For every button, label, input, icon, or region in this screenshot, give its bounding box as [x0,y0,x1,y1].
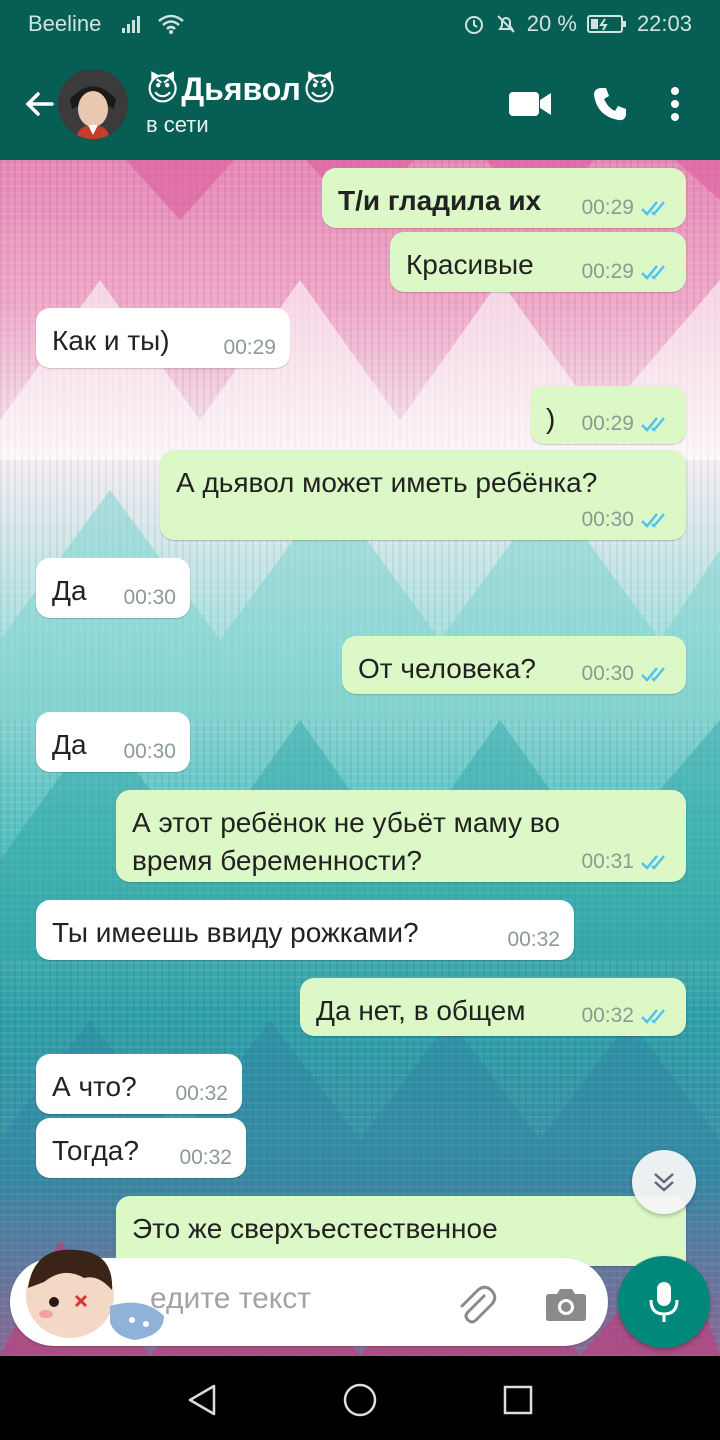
message-outgoing[interactable]: А этот ребёнок не убьёт маму во время бе… [116,790,686,882]
nav-recents-button[interactable] [494,1376,542,1424]
devil-emoji-left: 😈 [146,71,180,107]
attach-button[interactable] [448,1276,504,1332]
message-incoming[interactable]: Тогда? 00:32 [36,1118,246,1178]
message-meta: 00:32 [175,1082,228,1105]
message-meta: 00:30 [581,662,672,686]
signal-indicators [121,13,185,35]
battery-icon [586,15,626,33]
double-check-icon [641,1009,665,1024]
alarm-icon [464,16,483,34]
voice-call-button[interactable] [570,72,650,136]
message-meta: 00:31 [581,850,672,874]
message-meta: 00:32 [179,1146,232,1169]
message-outgoing[interactable]: А дьявол может иметь ребёнка? 00:30 [160,450,686,540]
more-menu-icon [671,87,679,121]
message-outgoing[interactable]: Да нет, в общем 00:32 [300,978,686,1036]
chat-header: 😈 Дьявол 😈 в сети [0,48,720,160]
nav-recents-icon [503,1385,533,1415]
double-check-icon [641,201,665,216]
video-call-button[interactable] [490,72,570,136]
message-incoming[interactable]: Да 00:30 [36,712,190,772]
message-incoming[interactable]: Да 00:30 [36,558,190,618]
message-meta: 00:29 [581,196,672,220]
message-meta: 00:30 [123,740,176,763]
contact-status: в сети [146,112,209,137]
contact-name: 😈 Дьявол 😈 [146,70,337,108]
message-meta: 00:29 [223,336,276,359]
message-outgoing[interactable]: Красивые 00:29 [390,232,686,292]
carrier-label: Beeline [28,11,102,36]
more-menu-button[interactable] [650,72,700,136]
message-outgoing[interactable]: От человека? 00:30 [342,636,686,694]
nav-home-button[interactable] [336,1376,384,1424]
nav-back-button[interactable] [178,1376,226,1424]
camera-button[interactable] [538,1276,594,1332]
message-meta: 00:29 [581,412,672,436]
video-call-icon [509,92,551,116]
message-outgoing[interactable]: ) 00:29 [530,386,686,444]
message-meta: 00:29 [581,260,672,284]
chat-area[interactable]: Т/и гладила их 00:29 Красивые 00:29 Как … [0,160,720,1356]
scroll-down-icon [654,1173,674,1192]
double-check-icon [641,513,665,528]
voice-record-button[interactable] [618,1256,710,1348]
message-incoming[interactable]: Как и ты) 00:29 [36,308,290,368]
message-meta: 00:32 [507,928,560,951]
double-check-icon [641,667,665,682]
phone-icon [594,88,626,121]
attach-icon [460,1285,497,1324]
composer: едите текст [0,1249,720,1360]
nav-home-icon [343,1383,377,1417]
input-placeholder: едите текст [150,1282,312,1315]
nav-back-icon [188,1384,216,1416]
contact-avatar[interactable] [58,69,128,139]
battery-percent: 20 % [526,11,577,36]
wifi-icon [158,14,185,34]
contact-info[interactable]: 😈 Дьявол 😈 в сети [146,70,336,138]
status-bar: Beeline 20 % 22:03 [0,0,720,48]
double-check-icon [641,417,665,432]
signal-icon [122,16,141,33]
back-arrow-icon [25,92,54,116]
message-meta: 00:32 [581,1004,672,1028]
sticker-image [14,1236,174,1356]
message-incoming[interactable]: А что? 00:32 [36,1054,242,1114]
clock: 22:03 [636,11,692,36]
message-incoming[interactable]: Ты имеешь ввиду рожками? 00:32 [36,900,574,960]
camera-icon [546,1289,586,1321]
mic-icon [649,1282,679,1322]
mute-bell-icon [497,15,515,33]
double-check-icon [641,855,665,870]
scroll-down-button[interactable] [632,1150,696,1214]
message-meta: 00:30 [581,508,672,532]
double-check-icon [641,265,665,280]
message-meta: 00:30 [123,586,176,609]
devil-emoji-right: 😈 [302,71,337,107]
message-outgoing[interactable]: Т/и гладила их 00:29 [322,168,686,228]
system-nav-bar [0,1360,720,1440]
